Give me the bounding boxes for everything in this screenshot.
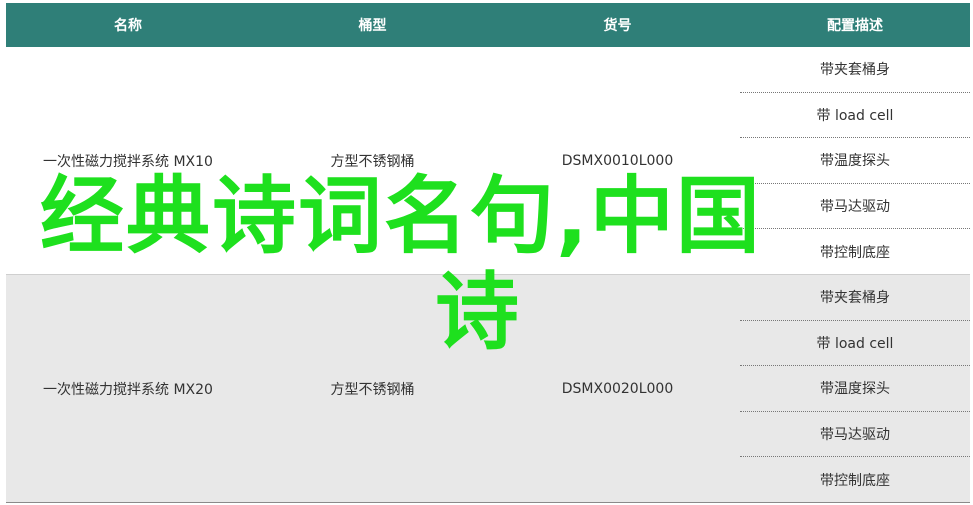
product-name: 一次性磁力搅拌系统 MX20: [43, 381, 213, 398]
header-name: 名称: [114, 18, 142, 34]
table-header: 名称 桶型 货号 配置描述: [6, 3, 970, 47]
config-list: 带夹套桶身 带 load cell 带温度探头 带马达驱动 带控制底座: [740, 275, 970, 502]
config-item: 带 load cell: [740, 321, 970, 367]
config-item: 带温度探头: [740, 138, 970, 184]
header-sku: 货号: [603, 18, 632, 34]
header-config: 配置描述: [827, 18, 883, 34]
config-item: 带 load cell: [740, 93, 970, 139]
config-item: 带马达驱动: [740, 412, 970, 458]
bucket-type: 方型不锈钢桶: [330, 153, 415, 170]
config-item: 带夹套桶身: [740, 47, 970, 93]
table-row: 一次性磁力搅拌系统 MX10 方型不锈钢桶 DSMX0010L000 带夹套桶身…: [6, 47, 970, 275]
config-item: 带马达驱动: [740, 184, 970, 230]
product-spec-table: 名称 桶型 货号 配置描述 一次性磁力搅拌系统 MX10 方型不锈钢桶 DSMX…: [6, 3, 970, 503]
sku: DSMX0010L000: [561, 152, 674, 169]
bucket-type: 方型不锈钢桶: [330, 381, 415, 398]
config-item: 带控制底座: [820, 472, 890, 489]
config-item: 带温度探头: [740, 366, 970, 412]
table-row: 一次性磁力搅拌系统 MX20 方型不锈钢桶 DSMX0020L000 带夹套桶身…: [6, 275, 970, 503]
product-name: 一次性磁力搅拌系统 MX10: [43, 153, 213, 170]
config-item: 带控制底座: [820, 244, 890, 261]
sku: DSMX0020L000: [561, 380, 674, 397]
config-list: 带夹套桶身 带 load cell 带温度探头 带马达驱动 带控制底座: [740, 47, 970, 274]
config-item: 带夹套桶身: [740, 275, 970, 321]
header-bucket-type: 桶型: [358, 18, 387, 34]
